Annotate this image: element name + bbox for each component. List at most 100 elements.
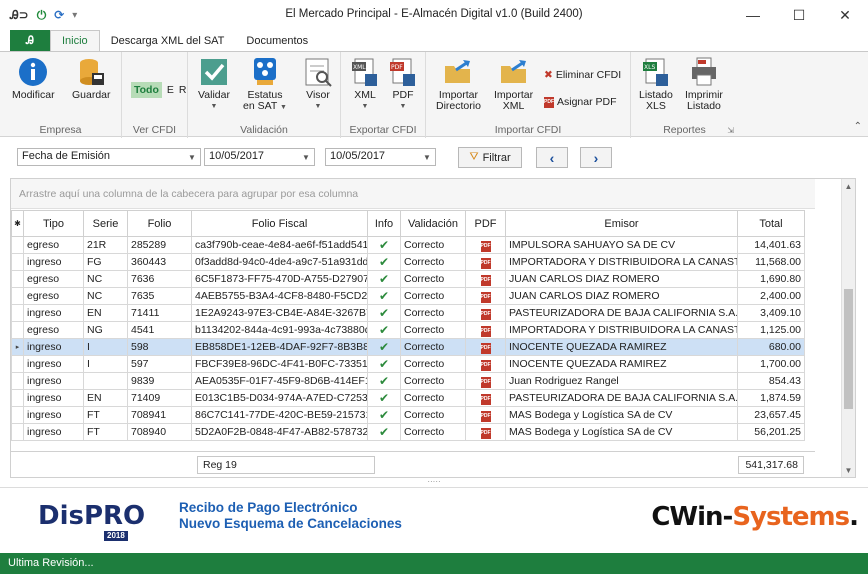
cell-total[interactable]: 3,409.10 — [737, 304, 805, 322]
cell-pdf[interactable]: PDF — [465, 338, 506, 356]
cell-folio-fiscal[interactable]: EB858DE1-12EB-4DAF-92F7-8B3B8877 — [191, 338, 368, 356]
cell-folio-fiscal[interactable]: 1E2A9243-97E3-CB4E-A84E-3267B7B5 — [191, 304, 368, 322]
cell-folio-fiscal[interactable]: ca3f790b-ceae-4e84-ae6f-f51add5415 — [191, 236, 368, 254]
column-header-folio-fiscal[interactable]: Folio Fiscal — [191, 210, 368, 237]
pdf-icon[interactable]: PDF — [480, 326, 491, 337]
scroll-thumb[interactable] — [844, 289, 853, 409]
cell-validacion[interactable]: Correcto — [400, 372, 466, 390]
table-row[interactable]: egreso NG 4541 b1134202-844a-4c91-993a-4c73… — [11, 321, 805, 339]
cell-info[interactable]: ✔ — [367, 304, 401, 322]
column-header-total[interactable]: Total — [737, 210, 805, 237]
row-indicator[interactable] — [11, 389, 24, 407]
cell-total[interactable]: 23,657.45 — [737, 406, 805, 424]
eliminar-cfdi-button[interactable]: ✖ Eliminar CFDI — [544, 69, 621, 81]
visor-button[interactable]: Visor ▼ — [302, 56, 334, 112]
cell-validacion[interactable]: Correcto — [400, 321, 466, 339]
date-from-picker[interactable]: 10/05/2017 ▼ — [204, 148, 315, 166]
cell-pdf[interactable]: PDF — [465, 389, 506, 407]
pdf-icon[interactable]: PDF — [480, 360, 491, 371]
column-header-emisor[interactable]: Emisor — [505, 210, 738, 237]
cell-tipo[interactable]: egreso — [23, 236, 84, 254]
cell-serie[interactable]: NC — [83, 287, 128, 305]
cell-folio-fiscal[interactable]: 4AEB5755-B3A4-4CF8-8480-F5CD23A2 — [191, 287, 368, 305]
cell-pdf[interactable]: PDF — [465, 423, 506, 441]
cell-folio[interactable]: 285289 — [127, 236, 192, 254]
cell-pdf[interactable]: PDF — [465, 355, 506, 373]
cell-folio[interactable]: 4541 — [127, 321, 192, 339]
cell-folio-fiscal[interactable]: 86C7C141-77DE-420C-BE59-215731C7 — [191, 406, 368, 424]
table-row[interactable]: ingreso FG 360443 0f3add8d-94c0-4de4-a9c7-5… — [11, 253, 805, 271]
cell-emisor[interactable]: IMPORTADORA Y DISTRIBUIDORA LA CANASTA S — [505, 253, 738, 271]
exportar-xml-button[interactable]: XML XML ▼ — [349, 56, 381, 112]
splitter-handle[interactable]: ····· — [0, 478, 868, 487]
cell-emisor[interactable]: IMPULSORA SAHUAYO SA DE CV — [505, 236, 738, 254]
cell-folio-fiscal[interactable]: b1134202-844a-4c91-993a-4c73880d3 — [191, 321, 368, 339]
table-row[interactable]: egreso NC 7635 4AEB5755-B3A4-4CF8-8480-F5CD… — [11, 287, 805, 305]
cell-serie[interactable]: EN — [83, 389, 128, 407]
cell-info[interactable]: ✔ — [367, 338, 401, 356]
cell-total[interactable]: 1,125.00 — [737, 321, 805, 339]
pdf-icon[interactable]: PDF — [480, 343, 491, 354]
row-indicator[interactable] — [11, 406, 24, 424]
cell-validacion[interactable]: Correcto — [400, 236, 466, 254]
cell-emisor[interactable]: INOCENTE QUEZADA RAMIREZ — [505, 355, 738, 373]
cell-tipo[interactable]: ingreso — [23, 406, 84, 424]
table-row[interactable]: ingreso 9839 AEA0535F-01F7-45F9-8D6B-414EF… — [11, 372, 805, 390]
cell-folio-fiscal[interactable]: 6C5F1873-FF75-470D-A755-D27907C1 — [191, 270, 368, 288]
scroll-up-icon[interactable]: ▲ — [842, 179, 855, 193]
collapse-ribbon-icon[interactable]: ⌃ — [854, 121, 862, 132]
pdf-icon[interactable]: PDF — [480, 292, 491, 303]
dialog-launcher-icon[interactable]: ⇲ — [727, 126, 734, 135]
pdf-icon[interactable]: PDF — [480, 377, 491, 388]
pdf-icon[interactable]: PDF — [480, 394, 491, 405]
table-row[interactable]: ingreso FT 708940 5D2A0F2B-0848-4F47-AB82-5… — [11, 423, 805, 441]
cell-info[interactable]: ✔ — [367, 372, 401, 390]
cell-pdf[interactable]: PDF — [465, 287, 506, 305]
cell-pdf[interactable]: PDF — [465, 270, 506, 288]
importar-directorio-button[interactable]: Importar Directorio — [436, 56, 481, 112]
column-header-validacion[interactable]: Validación — [400, 210, 466, 237]
cell-total[interactable]: 854.43 — [737, 372, 805, 390]
cell-info[interactable]: ✔ — [367, 236, 401, 254]
cell-folio[interactable]: 360443 — [127, 253, 192, 271]
row-indicator[interactable] — [11, 270, 24, 288]
cell-emisor[interactable]: PASTEURIZADORA DE BAJA CALIFORNIA S.A. D… — [505, 389, 738, 407]
cell-emisor[interactable]: INOCENTE QUEZADA RAMIREZ — [505, 338, 738, 356]
cell-emisor[interactable]: JUAN CARLOS DIAZ ROMERO — [505, 287, 738, 305]
power-icon[interactable]: ⏻ — [37, 8, 47, 23]
next-button[interactable]: › — [580, 147, 612, 168]
pdf-icon[interactable]: PDF — [480, 258, 491, 269]
cell-validacion[interactable]: Correcto — [400, 406, 466, 424]
cell-validacion[interactable]: Correcto — [400, 253, 466, 271]
cell-serie[interactable]: FT — [83, 406, 128, 424]
estatus-sat-button[interactable]: Estatus en SAT ▼ — [243, 56, 287, 113]
cell-pdf[interactable]: PDF — [465, 406, 506, 424]
validar-button[interactable]: Validar ▼ — [198, 56, 230, 112]
cell-folio[interactable]: 598 — [127, 338, 192, 356]
cell-tipo[interactable]: ingreso — [23, 253, 84, 271]
cell-tipo[interactable]: ingreso — [23, 304, 84, 322]
row-indicator[interactable] — [11, 287, 24, 305]
cell-folio-fiscal[interactable]: E013C1B5-D034-974A-A7ED-C7253EBF — [191, 389, 368, 407]
cell-info[interactable]: ✔ — [367, 321, 401, 339]
cell-folio-fiscal[interactable]: FBCF39E8-96DC-4F41-B0FC-73351551 — [191, 355, 368, 373]
cell-pdf[interactable]: PDF — [465, 304, 506, 322]
row-indicator[interactable] — [11, 355, 24, 373]
ver-todo-toggle[interactable]: Todo — [131, 82, 162, 98]
cell-validacion[interactable]: Correcto — [400, 355, 466, 373]
imprimir-listado-button[interactable]: Imprimir Listado — [685, 56, 723, 112]
cell-validacion[interactable]: Correcto — [400, 338, 466, 356]
file-menu-button[interactable]: Ꭿ — [10, 30, 50, 52]
ver-recibidos-toggle[interactable]: R — [179, 84, 187, 96]
importar-xml-button[interactable]: Importar XML — [494, 56, 533, 112]
cell-pdf[interactable]: PDF — [465, 372, 506, 390]
cell-validacion[interactable]: Correcto — [400, 270, 466, 288]
pdf-icon[interactable]: PDF — [480, 309, 491, 320]
listado-xls-button[interactable]: XLS Listado XLS — [639, 56, 673, 112]
modificar-button[interactable]: Modificar — [12, 56, 55, 101]
cell-tipo[interactable]: ingreso — [23, 389, 84, 407]
cell-folio-fiscal[interactable]: 0f3add8d-94c0-4de4-a9c7-51a931dd2 — [191, 253, 368, 271]
vertical-scrollbar[interactable]: ▲ ▼ — [841, 179, 855, 477]
cell-info[interactable]: ✔ — [367, 389, 401, 407]
cell-tipo[interactable]: egreso — [23, 270, 84, 288]
